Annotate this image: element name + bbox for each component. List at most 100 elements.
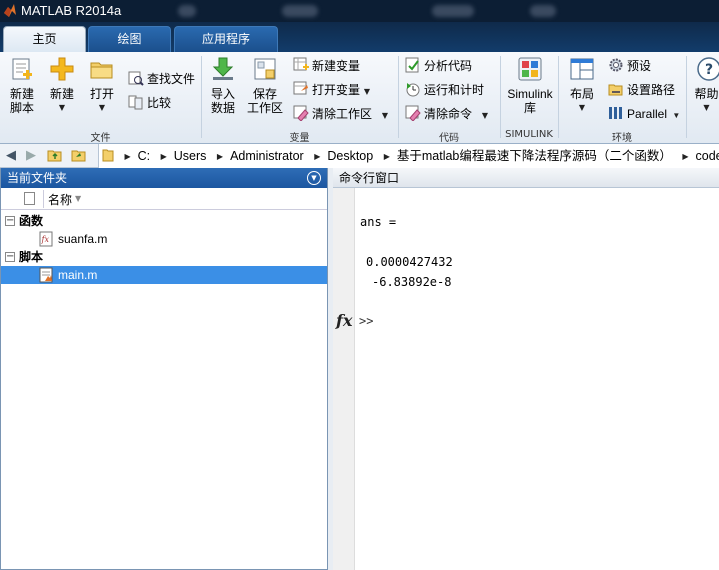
run-and-time-button[interactable]: 运行和计时	[405, 80, 484, 100]
breadcrumb-item[interactable]: C:	[138, 149, 151, 163]
current-folder-title: 当前文件夹	[7, 171, 68, 185]
new-variable-icon	[293, 57, 309, 71]
clear-commands-button[interactable]: 清除命令 ▼	[405, 104, 488, 124]
tab-plots[interactable]: 绘图	[88, 26, 171, 52]
browse-folder-icon[interactable]	[70, 147, 88, 165]
function-browser-icon[interactable]: fx	[336, 311, 352, 330]
clear-workspace-button[interactable]: 清除工作区 ▼	[293, 104, 388, 124]
group-label-code: 代码	[439, 133, 459, 144]
open-variable-dropdown-icon[interactable]: ▼	[364, 87, 370, 96]
current-folder-title-bar: 当前文件夹 ▼	[1, 168, 327, 188]
layout-icon	[570, 58, 594, 80]
blurred-region	[432, 5, 474, 17]
simulink-library-button[interactable]: Simulink 库	[503, 56, 557, 115]
breadcrumb-item[interactable]: 基于matlab编程最速下降法程序源码（二个函数）	[397, 149, 672, 163]
layout-dropdown-icon[interactable]: ▼	[566, 101, 598, 115]
breadcrumb-separator-icon: ▶	[216, 152, 224, 161]
analyze-code-button[interactable]: 分析代码	[405, 56, 472, 76]
breadcrumb-separator-icon: ▶	[682, 152, 689, 161]
set-path-label: 设置路径	[627, 83, 676, 97]
blurred-region	[178, 5, 196, 17]
set-path-button[interactable]: 设置路径	[608, 80, 675, 100]
breadcrumb-item[interactable]: Desktop	[327, 149, 373, 163]
command-prompt[interactable]: >>	[359, 314, 373, 328]
breadcrumb-separator-icon: ▶	[383, 152, 390, 161]
group-row-functions[interactable]: − 函数	[1, 212, 327, 230]
open-button[interactable]: 打开 ▼	[86, 56, 118, 115]
output-line: 0.0000427432	[366, 255, 453, 269]
tab-home[interactable]: 主页	[3, 26, 86, 52]
new-button[interactable]: 新建 ▼	[46, 56, 78, 115]
group-separator	[686, 56, 687, 138]
new-variable-button[interactable]: 新建变量	[293, 56, 360, 76]
list-item[interactable]: fx suanfa.m	[1, 230, 327, 248]
compare-button[interactable]: 比较	[128, 93, 171, 113]
open-variable-button[interactable]: 打开变量 ▼	[293, 80, 370, 100]
find-files-icon	[128, 71, 144, 86]
group-label-file: 文件	[90, 133, 111, 144]
breadcrumb-item[interactable]: Administrator	[230, 149, 304, 163]
blurred-region	[282, 5, 318, 17]
find-files-label: 查找文件	[147, 72, 196, 86]
help-label: 帮助	[694, 87, 719, 101]
address-bar: ◀ ▶ ▶ C: ▶ Users ▶ Administrator ▶ Desktop ▶…	[0, 144, 719, 168]
tab-apps[interactable]: 应用程序	[174, 26, 278, 52]
save-workspace-button[interactable]: 保存 工作区	[245, 56, 285, 115]
preferences-button[interactable]: 预设	[608, 56, 651, 76]
forward-arrow-icon[interactable]: ▶	[22, 147, 40, 165]
file-name: main.m	[58, 268, 98, 282]
analyze-code-icon	[405, 57, 419, 73]
find-files-button[interactable]: 查找文件	[128, 69, 195, 89]
command-gutter	[333, 188, 355, 570]
help-button[interactable]: ? 帮助 ▼	[694, 56, 719, 115]
save-workspace-label: 保存 工作区	[246, 87, 283, 115]
sort-arrow-icon[interactable]: ▼	[75, 194, 81, 203]
folder-icon	[102, 149, 114, 162]
parallel-dropdown-icon[interactable]: ▼	[672, 111, 680, 120]
group-label: 函数	[19, 214, 44, 228]
clear-workspace-label: 清除工作区	[312, 107, 373, 121]
layout-button[interactable]: 布局 ▼	[566, 56, 598, 115]
new-variable-label: 新建变量	[312, 59, 361, 73]
parallel-button[interactable]: Parallel ▼	[608, 104, 680, 124]
clear-workspace-dropdown-icon[interactable]: ▼	[382, 111, 388, 120]
parallel-label: Parallel	[627, 107, 668, 121]
output-line: -6.83892e-8	[372, 275, 452, 289]
new-script-button[interactable]: 新建 脚本	[4, 56, 40, 115]
column-name-header[interactable]: 名称	[48, 191, 72, 208]
ribbon-toolbar: 新建 脚本 新建 ▼ 打开 ▼ 查找文件 比较 文件 导入 数据 保存 工作区 …	[0, 52, 719, 144]
breadcrumb-separator-icon: ▶	[314, 152, 321, 161]
collapse-icon[interactable]: −	[5, 216, 15, 226]
breadcrumb-separator-icon: ▶	[160, 152, 167, 161]
command-window[interactable]: 命令行窗口 ans = 0.0000427432 -6.83892e-8 fx …	[333, 168, 719, 570]
group-separator	[201, 56, 202, 138]
new-script-label: 新建 脚本	[9, 87, 34, 115]
import-data-button[interactable]: 导入 数据	[206, 56, 240, 115]
breadcrumb-item[interactable]: code	[696, 149, 719, 163]
open-variable-icon	[293, 81, 308, 95]
list-item[interactable]: main.m	[1, 266, 327, 284]
group-row-scripts[interactable]: − 脚本	[1, 248, 327, 266]
column-divider[interactable]	[43, 190, 44, 208]
layout-label: 布局	[569, 87, 594, 101]
new-dropdown-icon[interactable]: ▼	[46, 101, 78, 115]
back-arrow-icon[interactable]: ◀	[2, 147, 20, 165]
help-dropdown-icon[interactable]: ▼	[694, 101, 719, 115]
window-title: MATLAB R2014a	[21, 3, 122, 18]
parallel-icon	[609, 107, 622, 119]
group-separator	[558, 56, 559, 138]
up-folder-icon[interactable]	[46, 147, 64, 165]
open-dropdown-icon[interactable]: ▼	[86, 101, 118, 115]
output-line: ans =	[360, 215, 397, 229]
clear-commands-dropdown-icon[interactable]: ▼	[482, 111, 488, 120]
run-and-time-label: 运行和计时	[424, 83, 485, 97]
script-file-icon	[39, 267, 53, 283]
group-label-variable: 变量	[289, 133, 310, 144]
breadcrumb-item[interactable]: Users	[174, 149, 207, 163]
collapse-icon[interactable]: −	[5, 252, 15, 262]
import-data-label: 导入 数据	[210, 87, 235, 115]
panel-menu-icon[interactable]: ▼	[307, 171, 321, 185]
blurred-region	[530, 5, 556, 17]
breadcrumb: ▶ C: ▶ Users ▶ Administrator ▶ Desktop ▶ 基于ma…	[98, 144, 719, 168]
group-label-environment: 环境	[612, 133, 632, 144]
